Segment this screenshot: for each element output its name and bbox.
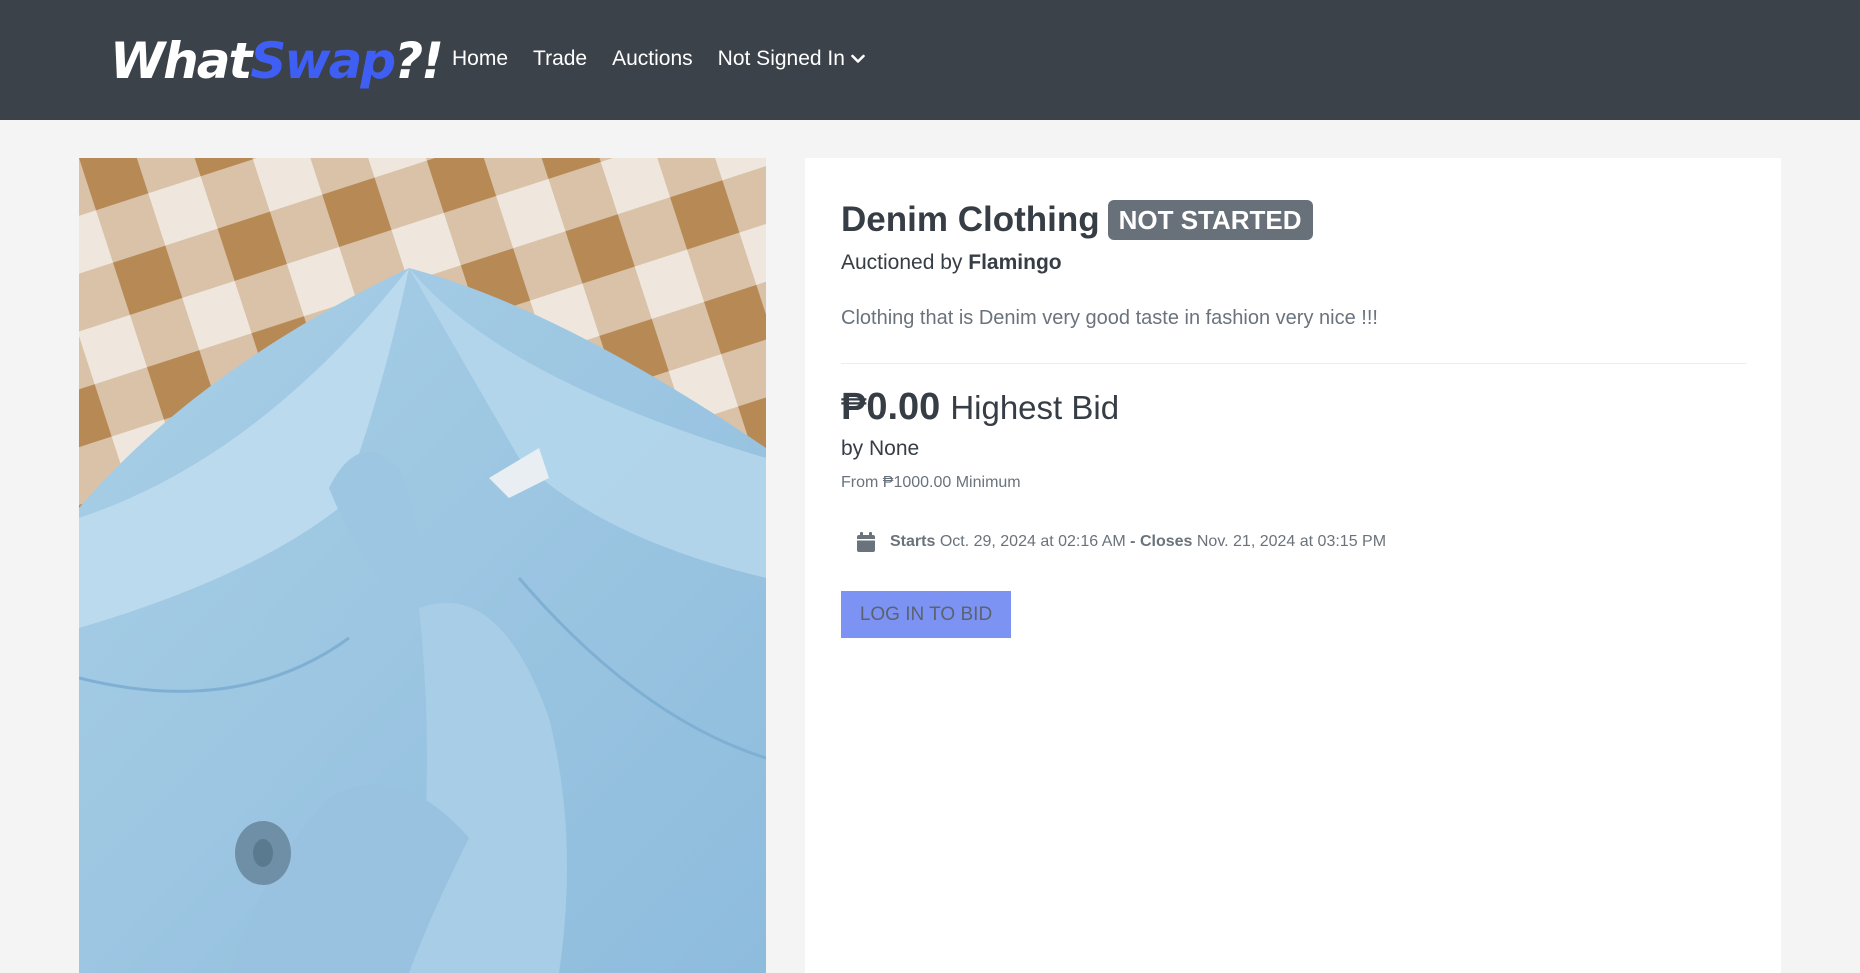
highest-bid-label: Highest Bid	[950, 389, 1120, 426]
divider	[841, 363, 1746, 364]
title-row: Denim Clothing NOT STARTED	[841, 198, 1313, 242]
auctioneer-name[interactable]: Flamingo	[968, 251, 1061, 274]
main-nav: Home Trade Auctions Not Signed In	[452, 44, 865, 74]
starts-value: Oct. 29, 2024 at 02:16 AM	[939, 533, 1126, 550]
nav-link-home[interactable]: Home	[452, 44, 508, 74]
chevron-down-icon	[851, 54, 865, 63]
closes-value: Nov. 21, 2024 at 03:15 PM	[1196, 533, 1387, 550]
denim-shirt-photo	[79, 158, 766, 973]
nav-link-auctions[interactable]: Auctions	[612, 44, 693, 74]
listing-details: Denim Clothing NOT STARTED Auctioned by …	[805, 158, 1781, 973]
logo-part-what: What	[110, 32, 252, 90]
highest-bid: ₱0.00 Highest Bid	[841, 382, 1119, 433]
status-badge: NOT STARTED	[1107, 200, 1313, 240]
highest-bidder: by None	[841, 437, 920, 460]
account-dropdown[interactable]: Not Signed In	[718, 44, 865, 74]
logo[interactable]: WhatSwap?!	[110, 26, 444, 96]
listing-image	[79, 158, 766, 973]
schedule-separator: -	[1130, 533, 1136, 550]
logo-part-punct: ?!	[394, 32, 444, 90]
auctioned-by-prefix: Auctioned by	[841, 251, 963, 274]
minimum-bid: From ₱1000.00 Minimum	[841, 474, 1021, 491]
auction-schedule: Starts Oct. 29, 2024 at 02:16 AM - Close…	[856, 530, 1386, 554]
navbar: WhatSwap?! Home Trade Auctions Not Signe…	[0, 0, 1860, 120]
nav-link-trade[interactable]: Trade	[533, 44, 587, 74]
account-dropdown-label: Not Signed In	[717, 47, 845, 70]
log-in-to-bid-button[interactable]: LOG IN TO BID	[841, 591, 1011, 638]
listing-description: Clothing that is Denim very good taste i…	[841, 307, 1378, 329]
calendar-icon	[857, 532, 875, 552]
closes-label: Closes	[1139, 533, 1193, 550]
auctioneer-line: Auctioned by Flamingo	[841, 248, 1062, 278]
listing-title: Denim Clothing	[841, 200, 1100, 239]
highest-bid-amount: ₱0.00	[841, 386, 941, 428]
starts-label: Starts	[890, 533, 936, 550]
logo-part-swap: Swap	[250, 32, 396, 90]
